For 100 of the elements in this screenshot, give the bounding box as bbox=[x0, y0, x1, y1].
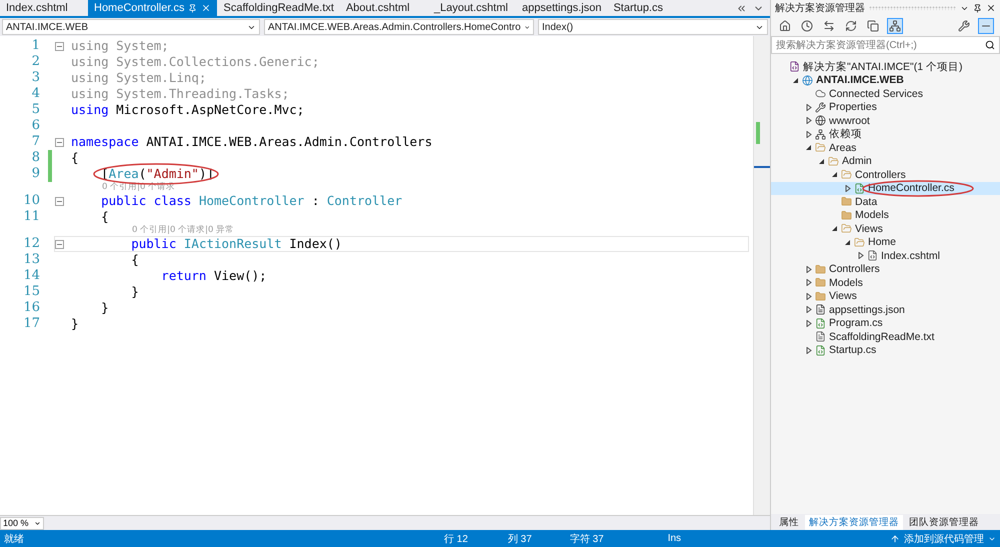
collapsed-arrow-icon[interactable] bbox=[805, 320, 812, 327]
pin-icon[interactable] bbox=[973, 4, 982, 12]
collapsed-arrow-icon[interactable] bbox=[805, 104, 812, 111]
collapse-icon[interactable] bbox=[55, 138, 64, 146]
line-number: 7 bbox=[30, 134, 41, 150]
collapsed-arrow-icon[interactable] bbox=[805, 117, 812, 124]
tree-item[interactable]: Areas bbox=[771, 141, 1000, 154]
scrollbar[interactable] bbox=[753, 36, 770, 515]
refresh-icon[interactable] bbox=[843, 18, 859, 34]
line-number: 1 bbox=[30, 38, 41, 54]
globe-icon bbox=[815, 115, 826, 126]
tree-item[interactable]: Index.cshtml bbox=[771, 249, 1000, 262]
tree-view-icon[interactable] bbox=[887, 18, 903, 34]
zoom-dropdown[interactable]: 100 % bbox=[0, 516, 44, 530]
tree-item[interactable]: appsettings.json bbox=[771, 303, 1000, 316]
collapsed-arrow-icon[interactable] bbox=[844, 184, 851, 192]
tree-item[interactable]: HomeController.cs bbox=[771, 182, 1000, 195]
code-line: using System; bbox=[71, 38, 169, 54]
expanded-arrow-icon[interactable] bbox=[805, 144, 812, 152]
csharp-file-icon bbox=[815, 318, 826, 329]
collapse-icon[interactable] bbox=[978, 18, 994, 34]
collapse-icon[interactable] bbox=[55, 196, 64, 206]
member-dropdown[interactable]: Index() bbox=[538, 19, 768, 35]
dropdown-icon[interactable] bbox=[34, 520, 41, 526]
expanded-arrow-icon[interactable] bbox=[844, 238, 851, 246]
tree-item[interactable]: Startup.cs bbox=[771, 344, 1000, 357]
tree-item[interactable]: 依赖项 bbox=[771, 128, 1000, 141]
folder-icon bbox=[815, 142, 826, 154]
editor-tab[interactable]: Index.cshtml bbox=[0, 0, 88, 16]
collapsed-arrow-icon[interactable] bbox=[805, 306, 812, 314]
tree-item[interactable]: Program.cs bbox=[771, 316, 1000, 330]
insert-mode-indicator: Ins bbox=[668, 533, 682, 544]
line-number: 13 bbox=[22, 252, 41, 268]
search-icon[interactable] bbox=[985, 40, 995, 50]
code-line: { bbox=[71, 150, 79, 166]
expanded-arrow-icon[interactable] bbox=[792, 76, 799, 84]
tree-item[interactable]: ANTAI.IMCE.WEB bbox=[771, 74, 1000, 87]
editor-tab[interactable]: _Layout.cshtml bbox=[428, 0, 516, 16]
tree-item[interactable]: Home bbox=[771, 236, 1000, 249]
type-dropdown[interactable]: ANTAI.IMCE.WEB.Areas.Admin.Controllers.HomeContro bbox=[264, 19, 534, 35]
panel-tab[interactable]: 属性 bbox=[775, 514, 803, 530]
panel-title: 解决方案资源管理器 bbox=[775, 2, 865, 15]
code-line: using System.Collections.Generic; bbox=[71, 54, 320, 70]
editor-tab[interactable]: ScaffoldingReadMe.txt bbox=[217, 0, 340, 16]
source-control-button[interactable]: 添加到源代码管理 bbox=[890, 532, 996, 546]
cloud-icon bbox=[815, 88, 826, 100]
code-line: using Microsoft.AspNetCore.Mvc; bbox=[71, 102, 304, 118]
tree-item[interactable]: Admin bbox=[771, 154, 1000, 168]
code-line: { bbox=[100, 209, 109, 225]
line-number: 4 bbox=[30, 86, 41, 102]
collapse-icon[interactable] bbox=[55, 240, 64, 248]
line-number: 15 bbox=[22, 284, 41, 300]
tree-item[interactable]: Properties bbox=[771, 100, 1000, 114]
tree-item[interactable]: Controllers bbox=[771, 168, 1000, 182]
tree-item[interactable]: Models bbox=[771, 208, 1000, 222]
folder-icon bbox=[815, 264, 826, 275]
panel-tab[interactable]: 团队资源管理器 bbox=[905, 514, 983, 530]
collapsed-arrow-icon[interactable] bbox=[805, 292, 812, 300]
tree-item[interactable]: Controllers bbox=[771, 262, 1000, 276]
wrench-icon[interactable] bbox=[956, 18, 972, 34]
tree-item[interactable]: Views bbox=[771, 290, 1000, 303]
collapsed-arrow-icon[interactable] bbox=[805, 346, 812, 354]
tree-item[interactable]: wwwroot bbox=[771, 114, 1000, 128]
tree-item[interactable]: Views bbox=[771, 222, 1000, 236]
panel-tab[interactable]: 解决方案资源管理器 bbox=[805, 514, 903, 530]
project-dropdown[interactable]: ANTAI.IMCE.WEB bbox=[2, 19, 260, 35]
copy-icon[interactable] bbox=[865, 18, 881, 34]
solution-icon bbox=[789, 61, 800, 72]
editor-tab[interactable]: appsettings.json bbox=[516, 0, 608, 16]
editor-tab[interactable]: Startup.cs bbox=[607, 0, 696, 16]
collapsed-arrow-icon[interactable] bbox=[805, 279, 812, 286]
code-line: return View(); bbox=[160, 268, 267, 284]
tree-item[interactable]: ScaffoldingReadMe.txt bbox=[771, 330, 1000, 344]
code-line: } bbox=[100, 300, 109, 316]
collapsed-arrow-icon[interactable] bbox=[805, 130, 812, 138]
collapse-icon[interactable] bbox=[55, 42, 64, 50]
expanded-arrow-icon[interactable] bbox=[818, 158, 825, 165]
home-icon[interactable] bbox=[777, 18, 793, 34]
line-number: 5 bbox=[30, 102, 41, 118]
expanded-arrow-icon[interactable] bbox=[831, 171, 838, 178]
csharp-file-icon bbox=[815, 344, 826, 356]
folder-icon bbox=[815, 277, 826, 288]
line-number: 3 bbox=[30, 70, 41, 86]
editor-tab[interactable]: About.cshtml bbox=[340, 0, 428, 16]
collapsed-arrow-icon[interactable] bbox=[805, 266, 812, 273]
expanded-arrow-icon[interactable] bbox=[831, 225, 838, 232]
folder-icon bbox=[841, 169, 852, 180]
column-indicator: 列 37 bbox=[508, 532, 532, 546]
settings-file-icon bbox=[815, 304, 826, 316]
tree-item[interactable]: Connected Services bbox=[771, 87, 1000, 100]
collapsed-arrow-icon[interactable] bbox=[857, 252, 864, 260]
tree-item[interactable]: Data bbox=[771, 195, 1000, 208]
folder-icon bbox=[828, 156, 839, 167]
code-line: } bbox=[130, 284, 139, 300]
tree-item[interactable]: Models bbox=[771, 276, 1000, 290]
history-icon[interactable] bbox=[799, 18, 815, 34]
close-icon[interactable] bbox=[986, 3, 996, 13]
line-indicator: 行 12 bbox=[444, 532, 468, 546]
char-indicator: 字符 37 bbox=[570, 532, 604, 546]
tree-item[interactable]: 解决方案"ANTAI.IMCE"(1 个项目) bbox=[771, 60, 1000, 74]
